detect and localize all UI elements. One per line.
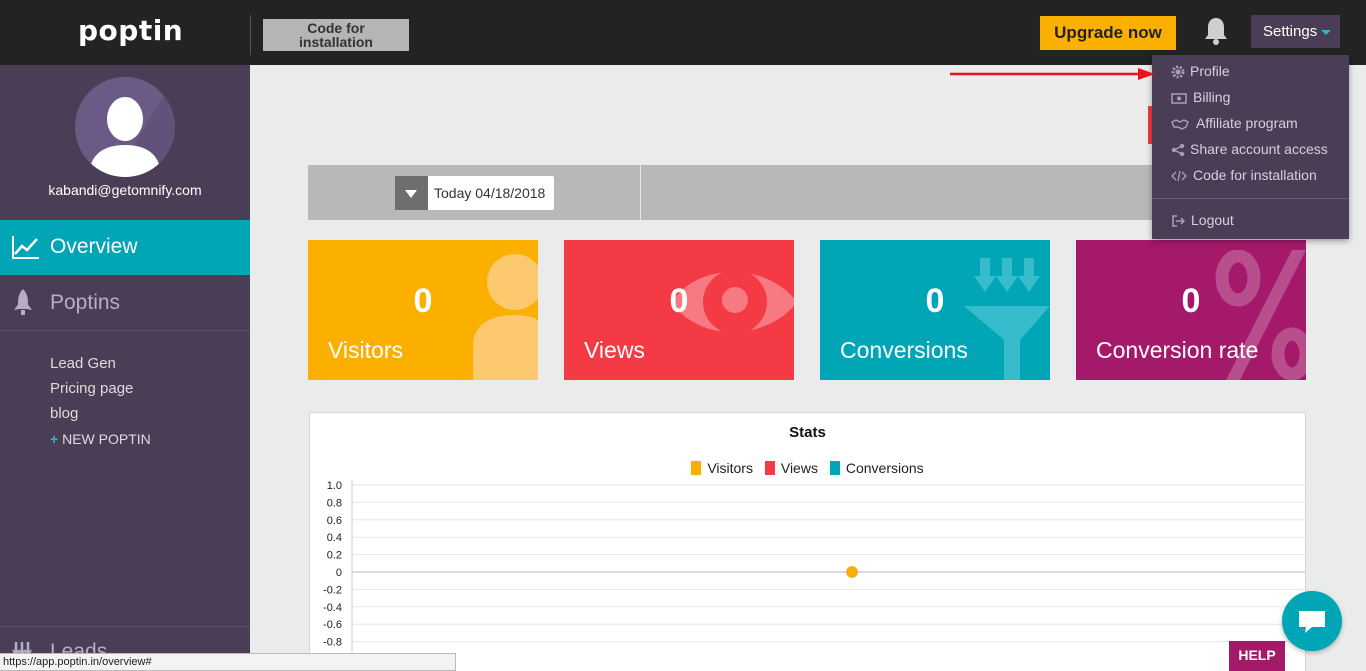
views-label: Views	[584, 337, 645, 363]
menu-item-profile[interactable]: Profile	[1152, 59, 1349, 85]
conversion-rate-label: Conversion rate	[1096, 337, 1259, 363]
code-icon	[1171, 170, 1187, 182]
sidebar-item-poptins[interactable]: Poptins	[0, 275, 250, 331]
y-tick-label: 0.2	[327, 550, 342, 562]
bell-icon[interactable]	[1203, 16, 1229, 46]
code-for-installation-button[interactable]: Code for installation	[263, 19, 409, 51]
rocket-icon	[14, 289, 32, 315]
filter-divider	[640, 165, 641, 220]
views-card: 0 Views	[564, 240, 794, 380]
user-email: kabandi@getomnify.com	[48, 182, 202, 198]
chat-button[interactable]	[1282, 591, 1342, 651]
menu-code-label: Code for installation	[1193, 167, 1317, 183]
menu-divider	[1152, 198, 1349, 199]
settings-label: Settings	[1263, 23, 1318, 40]
y-tick-label: -0.2	[323, 584, 342, 596]
code-btn-line2: installation	[299, 34, 373, 50]
y-tick-label: -0.4	[323, 602, 342, 614]
date-value: Today 04/18/2018	[434, 185, 546, 201]
triangle-down-icon	[405, 190, 417, 198]
red-arrow-annotation	[950, 68, 1155, 80]
menu-affiliate-label: Affiliate program	[1196, 115, 1298, 131]
sidebar-divider	[0, 626, 250, 627]
settings-button[interactable]: Settings	[1251, 15, 1340, 48]
upgrade-now-button[interactable]: Upgrade now	[1040, 16, 1176, 50]
stats-chart: 1.0 0.8 0.6 0.4 0.2 0 -0.2 -0.4 -0.6 -0.8	[323, 480, 1306, 671]
poptin-item-pricing-page[interactable]: Pricing page	[50, 380, 133, 397]
caret-down-icon	[1321, 29, 1332, 35]
conversions-card: 0 Conversions	[820, 240, 1050, 380]
menu-logout-label: Logout	[1191, 212, 1234, 228]
help-button[interactable]: HELP	[1229, 641, 1285, 671]
menu-item-share-account-access[interactable]: Share account access	[1152, 137, 1349, 163]
sidebar-poptins-label: Poptins	[50, 291, 121, 314]
y-tick-label: 0.6	[327, 515, 342, 527]
handshake-icon	[1171, 119, 1189, 130]
y-tick-label: 0.4	[327, 532, 342, 544]
gear-icon	[1171, 65, 1185, 79]
poptin-item-blog[interactable]: blog	[50, 405, 78, 422]
data-point-visitors[interactable]	[846, 566, 858, 578]
date-dropdown-toggle[interactable]	[395, 176, 428, 210]
menu-profile-label: Profile	[1190, 63, 1230, 79]
menu-item-billing[interactable]: Billing	[1152, 85, 1349, 111]
conversions-count: 0	[925, 282, 945, 320]
date-picker[interactable]: Today 04/18/2018	[395, 176, 554, 210]
sidebar-overview-label: Overview	[50, 235, 138, 258]
sidebar-item-overview[interactable]: Overview	[0, 220, 250, 275]
money-icon	[1171, 93, 1187, 104]
y-tick-label: 1.0	[327, 480, 342, 492]
code-btn-line1: Code for	[307, 20, 365, 36]
menu-item-code-for-installation[interactable]: Code for installation	[1152, 163, 1349, 189]
conversion-rate-card: 0 Conversion rate	[1076, 240, 1306, 380]
stats-panel: Stats Visitors Views Conversions 1.0 0.8 0…	[309, 412, 1306, 671]
plus-icon: +	[50, 431, 59, 447]
menu-item-logout[interactable]: Logout	[1152, 208, 1349, 234]
avatar[interactable]	[75, 77, 175, 177]
chat-bubble-icon	[1299, 611, 1325, 633]
share-icon	[1171, 143, 1185, 157]
y-tick-label: 0	[336, 567, 342, 579]
new-poptin-link[interactable]: + NEW POPTIN	[50, 431, 151, 447]
menu-item-affiliate-program[interactable]: Affiliate program	[1152, 111, 1349, 137]
settings-dropdown: Profile Billing Affiliate program Share …	[1152, 55, 1349, 239]
conversion-rate-count: 0	[1181, 282, 1201, 320]
visitors-count: 0	[413, 282, 433, 320]
y-tick-label: 0.8	[327, 497, 342, 509]
menu-billing-label: Billing	[1193, 89, 1231, 105]
poptin-item-lead-gen[interactable]: Lead Gen	[50, 355, 116, 372]
topbar-divider	[250, 15, 251, 55]
sidebar: kabandi@getomnify.com Overview Poptins L…	[0, 65, 250, 671]
visitors-label: Visitors	[328, 337, 403, 363]
user-silhouette-icon	[89, 77, 175, 177]
menu-share-label: Share account access	[1190, 141, 1328, 157]
new-poptin-label: NEW POPTIN	[62, 431, 151, 447]
views-count: 0	[669, 282, 689, 320]
browser-status-bar: https://app.poptin.in/overview#	[0, 653, 456, 671]
y-tick-label: -0.8	[323, 637, 342, 649]
logout-icon	[1172, 215, 1185, 227]
poptin-logo[interactable]: poptin	[78, 14, 183, 47]
line-chart-icon	[12, 236, 39, 259]
conversions-label: Conversions	[840, 337, 968, 363]
y-tick-label: -0.6	[323, 619, 342, 631]
visitors-card: 0 Visitors	[308, 240, 538, 380]
